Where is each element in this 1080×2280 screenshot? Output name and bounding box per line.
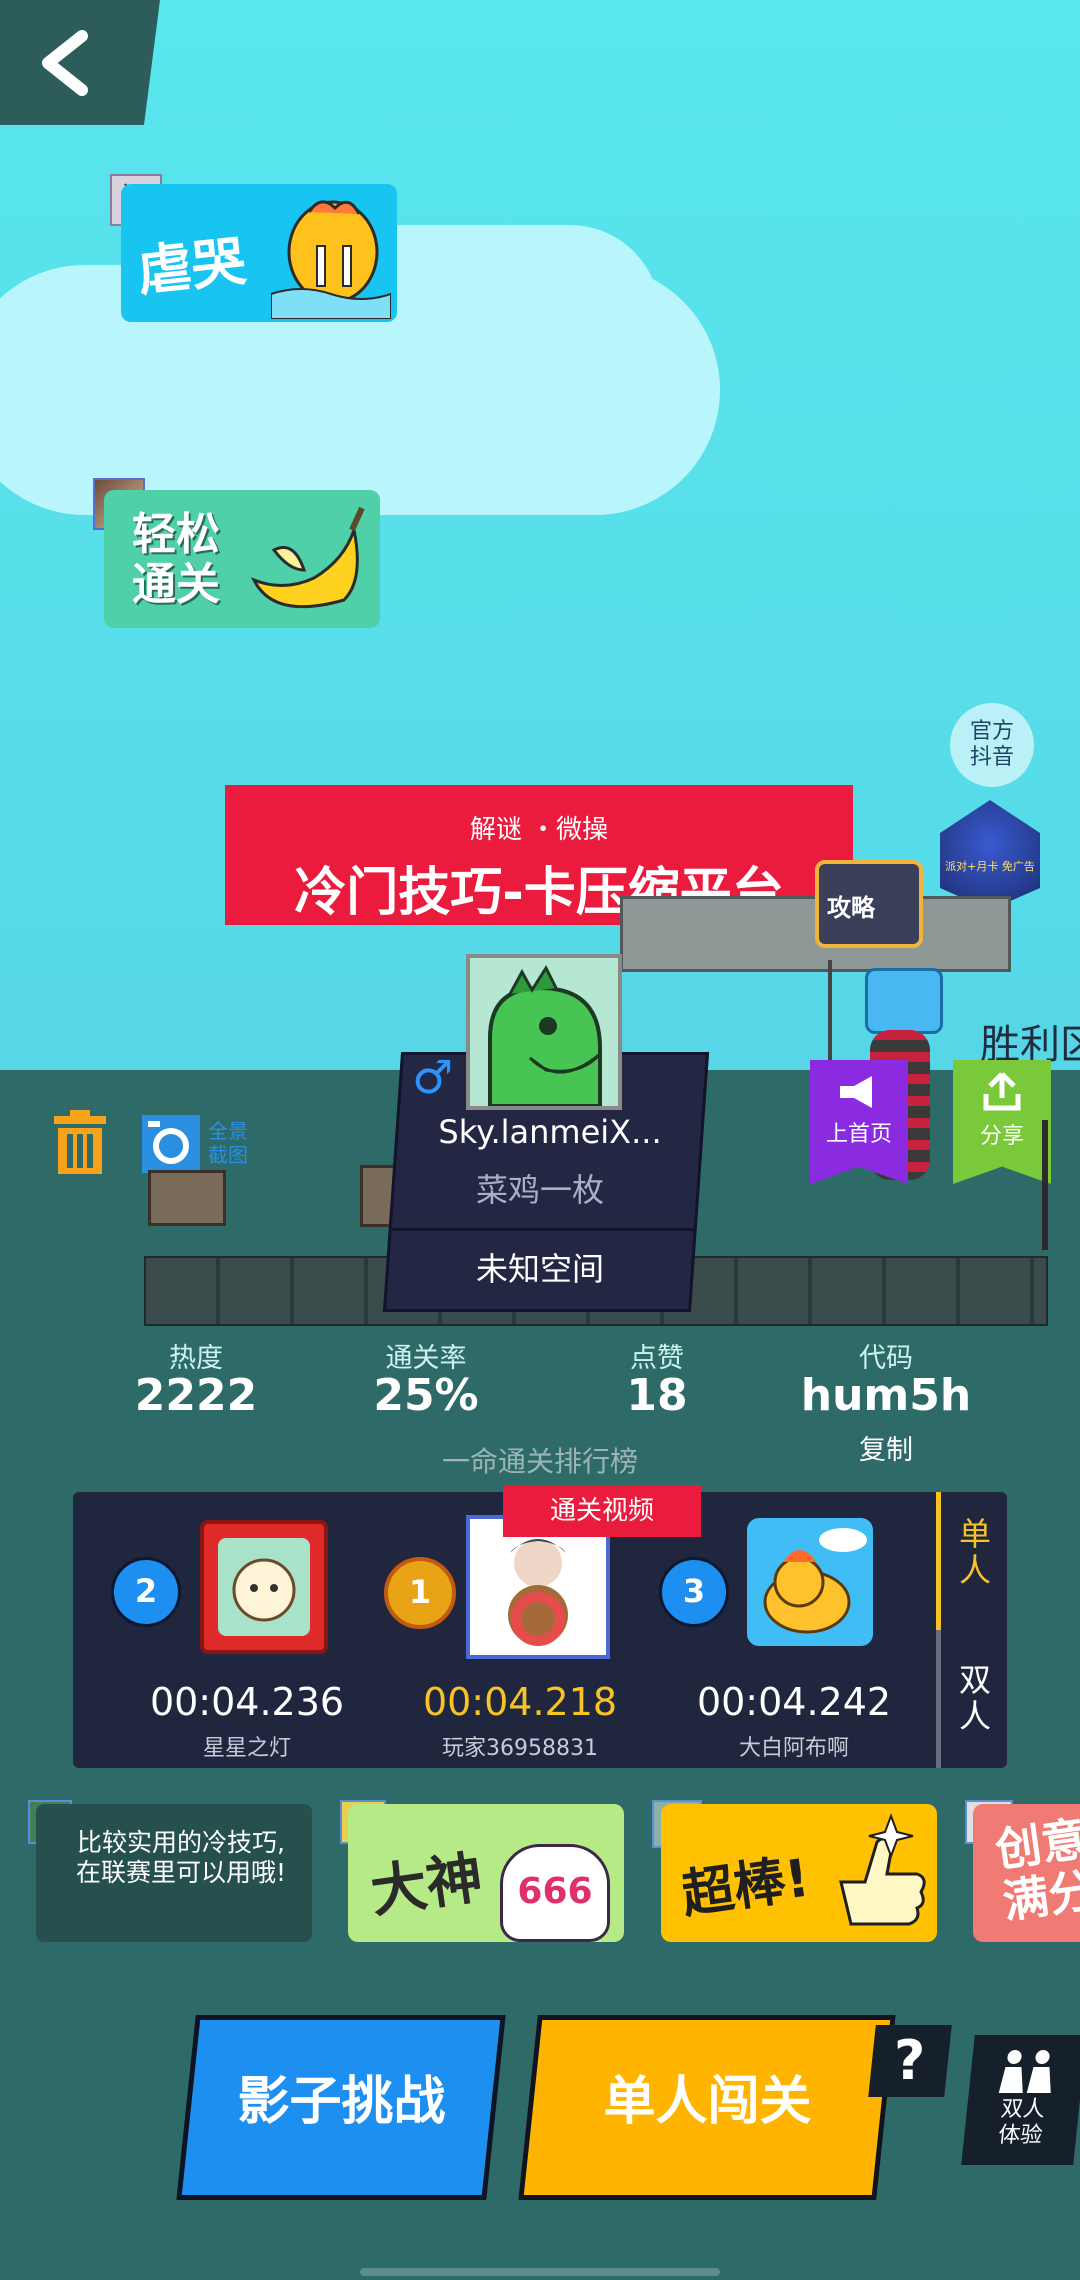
panorama-screenshot-button[interactable]: 全景 截图	[142, 1115, 262, 1175]
sticker-easy-text: 轻松 通关	[132, 509, 220, 610]
promo-badge[interactable]: 派对+月卡 免广告	[940, 800, 1040, 910]
heat-value: 2222	[134, 1370, 258, 1421]
chevron-left-icon	[42, 30, 88, 96]
level-tags: 解谜 ・微操	[469, 815, 609, 845]
share-label: 分享	[979, 1124, 1024, 1149]
comment-text: 比较实用的冷技巧,在联赛里可以用哦!	[75, 1828, 287, 1887]
shadow-challenge-label: 影子挑战	[237, 2072, 446, 2132]
sticker-creative[interactable]: 创意 满分	[973, 1804, 1080, 1942]
sticker-creative-text: 创意 满分	[992, 1811, 1080, 1929]
sticker-666-badge: 666	[500, 1844, 610, 1942]
player-photo-avatar-icon	[508, 1539, 568, 1646]
leaderboard-player-name: 玩家36958831	[442, 1736, 598, 1761]
card-divider	[392, 1228, 694, 1231]
sticker-easy[interactable]: 轻松 通关	[104, 490, 380, 628]
two-people-icon	[998, 2050, 1051, 2093]
share-icon	[983, 1072, 1021, 1111]
solo-play-label: 单人闯关	[603, 2072, 812, 2132]
leaderboard-time: 00:04.236	[149, 1680, 345, 1724]
level-detail-screen: 证 虐哭 轻松 通关 官方 抖音 派对+月卡 免广告 解谜 ・微操 冷门技巧-卡…	[0, 0, 1080, 2280]
sticker-great[interactable]: 超棒!	[661, 1804, 937, 1942]
back-button[interactable]	[0, 0, 160, 125]
upload-spring-icon	[865, 968, 943, 1034]
rank-badge-2: 2	[111, 1557, 181, 1627]
official-douyin-label: 官方 抖音	[969, 719, 1014, 770]
rank-badge-3: 3	[659, 1557, 729, 1627]
home-indicator	[360, 2268, 720, 2276]
post-to-home-button[interactable]: 上首页	[810, 1060, 908, 1184]
duo-trial-button[interactable]: 双人 体验	[961, 2035, 1080, 2165]
clear-rate-value: 25%	[373, 1370, 479, 1421]
comment-box[interactable]: 比较实用的冷技巧,在联赛里可以用哦!	[36, 1804, 312, 1942]
share-button[interactable]: 分享	[953, 1060, 1051, 1184]
dinosaur-avatar-icon	[488, 964, 602, 1108]
copy-code-button[interactable]: 复制	[786, 1428, 986, 1467]
player-rank-title: 菜鸡一枚	[475, 1171, 604, 1209]
cloud	[120, 380, 600, 500]
sign-post	[148, 1170, 226, 1226]
shadow-challenge-button[interactable]: 影子挑战	[176, 2015, 506, 2200]
code-value: hum5h	[800, 1370, 972, 1421]
help-button[interactable]: ?	[868, 2025, 952, 2097]
megaphone-icon	[840, 1076, 872, 1108]
clear-video-tag[interactable]: 通关视频	[503, 1485, 701, 1537]
thumbs-up-icon	[839, 1813, 926, 1926]
leaderboard-avatar[interactable]	[200, 1520, 328, 1654]
clear-video-label: 通关视频	[549, 1496, 654, 1526]
strategy-tv-label: 攻略	[827, 894, 875, 922]
leaderboard-time: 00:04.242	[696, 1680, 892, 1724]
banana-icon	[250, 506, 365, 609]
sticker-666-text: 666	[517, 1871, 593, 1912]
trash-icon[interactable]	[52, 1110, 108, 1174]
sticker-master[interactable]: 大神 666	[348, 1804, 624, 1942]
camera-icon	[142, 1115, 200, 1173]
leaderboard-time: 00:04.218	[422, 1680, 618, 1724]
rank-badge-1: 1	[384, 1557, 456, 1629]
male-gender-icon: ♂	[412, 1050, 454, 1104]
strategy-tv-button[interactable]: 攻略	[815, 860, 923, 948]
spring-pole	[828, 960, 832, 1070]
tab-single-label: 单 人	[958, 1515, 991, 1589]
sticker-master-text: 大神	[366, 1845, 487, 1926]
player-name: Sky.lanmeiX...	[438, 1113, 662, 1151]
promo-badge-label: 派对+月卡 免广告	[945, 860, 1035, 873]
flag-pole	[1042, 1120, 1048, 1250]
sheep-avatar-icon	[218, 1538, 310, 1636]
leaderboard-player-name: 星星之灯	[202, 1736, 291, 1761]
duck-avatar-icon	[763, 1528, 867, 1634]
crying-chicken-icon	[271, 200, 391, 319]
sticker-great-text: 超棒!	[678, 1848, 814, 1926]
leaderboard-tab-double[interactable]: 双 人	[936, 1630, 1009, 1768]
sticker-cry-text: 虐哭	[134, 229, 249, 304]
likes-value: 18	[626, 1370, 688, 1421]
help-label: ?	[894, 2029, 926, 2092]
panorama-screenshot-label: 全景 截图	[208, 1119, 248, 1167]
official-douyin-button[interactable]: 官方 抖音	[950, 703, 1034, 787]
leaderboard-avatar[interactable]	[747, 1518, 873, 1646]
leaderboard-player-name: 大白阿布啊	[738, 1736, 849, 1761]
player-avatar[interactable]	[466, 954, 622, 1110]
player-space: 未知空间	[475, 1250, 604, 1288]
solo-play-button[interactable]: 单人闯关	[518, 2015, 896, 2200]
leaderboard-tab-single[interactable]: 单 人	[936, 1492, 1009, 1630]
leaderboard-title: 一命通关排行榜	[441, 1445, 638, 1478]
sticker-cry[interactable]: 虐哭	[121, 184, 397, 322]
tab-double-label: 双 人	[958, 1661, 991, 1735]
post-to-home-label: 上首页	[825, 1122, 892, 1147]
duo-trial-label: 双人 体验	[996, 2097, 1047, 2148]
